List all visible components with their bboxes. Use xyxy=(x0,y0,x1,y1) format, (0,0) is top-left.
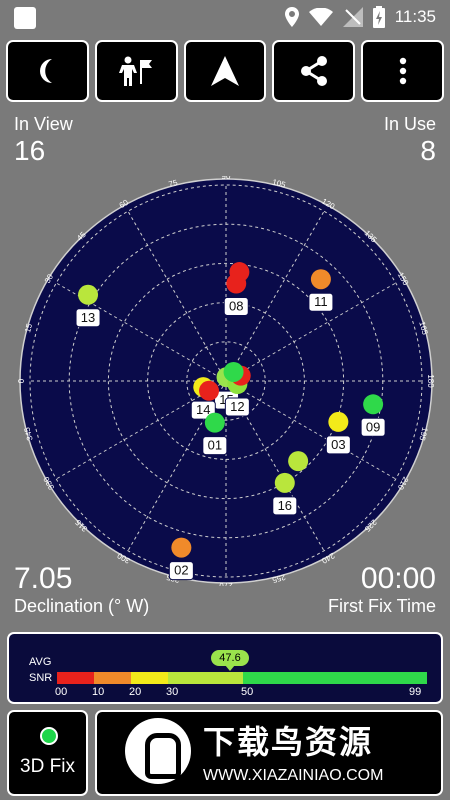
no-signal-icon xyxy=(342,7,363,27)
in-view-label: In View xyxy=(14,114,73,134)
satellite-dot[interactable] xyxy=(274,472,295,493)
more-vertical-icon xyxy=(399,57,406,85)
azimuth-label: 90 xyxy=(222,176,231,181)
satellite-label: 16 xyxy=(278,498,292,513)
status-bar: 11:35 xyxy=(0,0,450,34)
azimuth-label: 0 xyxy=(17,378,26,383)
satellite-label: 09 xyxy=(366,419,380,434)
snr-tick-99: 99 xyxy=(409,686,422,698)
first-fix-value: 00:00 xyxy=(360,562,436,595)
declination-value: 7.05 xyxy=(14,562,73,595)
satellite-label: 02 xyxy=(174,563,188,578)
satellite-dot[interactable] xyxy=(328,411,349,432)
azimuth-label: 180 xyxy=(426,374,435,388)
in-use-value: 8 xyxy=(420,135,436,166)
satellite-dot[interactable] xyxy=(363,394,384,415)
in-view-stat: In View 16 xyxy=(14,114,73,167)
fix-status-indicator xyxy=(40,727,58,745)
snr-color-scale xyxy=(57,672,427,684)
snr-band-yellow xyxy=(131,672,168,684)
wifi-icon xyxy=(308,8,333,26)
satellite-dot[interactable] xyxy=(223,361,244,382)
satellite-dot[interactable] xyxy=(204,412,225,433)
moon-icon xyxy=(40,59,53,83)
snr-tick-50: 50 xyxy=(241,686,254,698)
satellite-label: 11 xyxy=(314,294,328,309)
satellite-label: 14 xyxy=(196,402,210,417)
share-icon xyxy=(300,56,327,86)
satellite-label: 08 xyxy=(229,299,243,314)
status-icons: 11:35 xyxy=(284,6,436,28)
location-icon xyxy=(284,7,299,27)
snr-tick-30: 30 xyxy=(166,686,179,698)
first-fix-stat: 00:00 First Fix Time xyxy=(328,562,436,617)
watermark-overlay: 下载鸟资源 WWW.XIAZAINIAO.COM xyxy=(117,712,433,790)
satellite-label: 03 xyxy=(331,437,345,452)
satellite-dot[interactable] xyxy=(229,262,250,283)
fix-status-button[interactable]: 3D Fix xyxy=(7,710,88,796)
in-view-value: 16 xyxy=(14,135,46,166)
in-use-stat: In Use 8 xyxy=(384,114,436,167)
snr-band-red xyxy=(57,672,94,684)
bird-logo-icon xyxy=(125,718,191,784)
navigation-arrow-icon xyxy=(210,56,239,86)
satellite-label: 12 xyxy=(230,399,244,414)
more-options-button[interactable] xyxy=(361,40,444,102)
snr-label: SNR xyxy=(29,672,53,684)
battery-charging-icon xyxy=(372,6,385,28)
toolbar xyxy=(6,40,444,104)
watermark-brand: 下载鸟资源 xyxy=(203,724,374,760)
satellite-label: 01 xyxy=(208,438,222,453)
snr-tick-00: 00 xyxy=(55,686,68,698)
satellite-dot[interactable] xyxy=(171,537,192,558)
azimuth-label: 270 xyxy=(219,581,233,586)
in-use-label: In Use xyxy=(383,114,436,134)
satellite-dot[interactable] xyxy=(310,269,331,290)
avg-snr-pointer xyxy=(225,665,235,671)
snr-band-lime xyxy=(168,672,243,684)
clock: 11:35 xyxy=(394,7,436,26)
declination-label: Declination (° W) xyxy=(14,596,150,616)
snr-band-green xyxy=(243,672,427,684)
satellite-label: 13 xyxy=(81,310,95,325)
pose-button[interactable] xyxy=(94,40,178,102)
satellite-sky-plot: 9075604530150345330315300285270255240225… xyxy=(17,176,435,586)
satellite-dot[interactable] xyxy=(199,380,220,401)
avg-label: AVG xyxy=(29,656,52,668)
fix-status-label: 3D Fix xyxy=(20,756,75,777)
avg-snr-badge: 47.6 xyxy=(211,650,249,666)
share-button[interactable] xyxy=(272,40,356,102)
snr-tick-10: 10 xyxy=(92,686,105,698)
navigation-button[interactable] xyxy=(183,40,267,102)
night-mode-button[interactable] xyxy=(6,40,89,102)
person-flag-icon xyxy=(119,56,153,86)
satellite-dot[interactable] xyxy=(288,451,309,472)
first-fix-label: First Fix Time xyxy=(328,596,436,616)
snr-panel: AVG SNR 47.6 00 10 20 30 50 99 xyxy=(7,632,443,704)
snr-band-orange xyxy=(94,672,131,684)
satellite-dot[interactable] xyxy=(78,284,99,305)
declination-stat: 7.05 Declination (° W) xyxy=(14,562,149,617)
watermark-url: WWW.XIAZAINIAO.COM xyxy=(203,767,384,784)
app-notification-icon xyxy=(14,7,36,29)
snr-tick-20: 20 xyxy=(129,686,142,698)
